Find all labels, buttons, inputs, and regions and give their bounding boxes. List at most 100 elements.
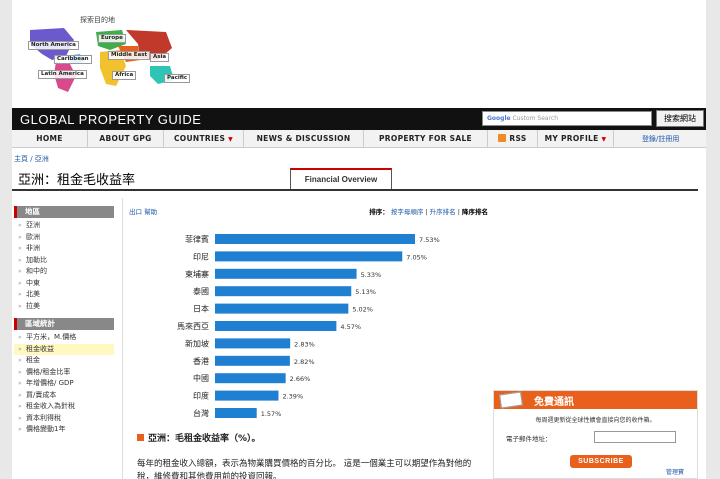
chart-category-label: 柬埔寨 — [185, 269, 209, 279]
chart-value-label: 2.83% — [294, 340, 315, 348]
google-logo: Google — [487, 115, 511, 122]
nav-rss[interactable]: RSS — [488, 130, 538, 148]
chart-category-label: 日本 — [193, 304, 209, 314]
sort-alphabetical[interactable]: 按字母順序 — [391, 208, 424, 216]
nav-countries-label: COUNTRIES — [174, 134, 226, 143]
email-label: 電子郵件地址： — [506, 435, 552, 443]
chart-value-label: 5.13% — [355, 288, 376, 296]
page-title: 亞洲：租金毛收益率 — [18, 173, 136, 188]
newsletter-title: 免費通訊 — [534, 397, 574, 408]
newsletter-header: 免費通訊 — [494, 391, 697, 409]
breadcrumb[interactable]: 主頁 / 亞洲 — [14, 154, 49, 164]
sidebar-stat-item[interactable]: 資本利得稅 — [14, 413, 114, 425]
search-placeholder: Custom Search — [512, 115, 559, 122]
map-region-caribbean[interactable]: Caribbean — [54, 55, 92, 64]
chart-bar[interactable] — [215, 390, 279, 401]
chart-category-label: 印度 — [193, 391, 209, 401]
chart-bar[interactable] — [215, 408, 257, 418]
brand-bar: GLOBAL PROPERTY GUIDE Google Custom Sear… — [12, 108, 706, 130]
description-text: 每年的租金收入總額，表示為物業購買價格的百分比。 這是一個業主可以期望作為對他的… — [137, 459, 472, 479]
chart-bar[interactable] — [215, 373, 286, 384]
chart-category-label: 香港 — [193, 356, 209, 366]
export-help-link[interactable]: 出口 幫助 — [129, 206, 157, 216]
tab-financial-overview[interactable]: Financial Overview — [290, 168, 392, 190]
sidebar-region-item[interactable]: 亞洲 — [14, 220, 114, 232]
sidebar-stat-item[interactable]: 租金 — [14, 355, 114, 367]
sidebar-stats-heading: 區域統計 — [14, 318, 114, 330]
chart-bar[interactable] — [215, 338, 291, 349]
map-region-asia[interactable]: Asia — [150, 53, 170, 62]
dropdown-arrow-icon: ▼ — [601, 136, 607, 143]
sidebar-stats-list: 平方米，M.價格租金收益租金價格/租金比率年增價格/ GDP買/賣成本租金收入為… — [14, 332, 114, 436]
chart-bar[interactable] — [215, 303, 349, 314]
nav-property-for-sale[interactable]: PROPERTY FOR SALE — [364, 130, 488, 148]
map-region-africa[interactable]: Africa — [112, 71, 137, 80]
sidebar-stat-item[interactable]: 平方米，M.價格 — [14, 332, 114, 344]
chart-bar[interactable] — [215, 321, 337, 331]
manage-subscription-link[interactable]: 管理寶 — [666, 467, 684, 476]
chart-value-label: 4.57% — [340, 323, 361, 331]
sidebar-regions-list: 亞洲歐洲非洲加勒比和中的中東北美拉美 — [14, 220, 114, 312]
sort-descending[interactable]: 降序排名 — [462, 208, 488, 216]
sort-ascending[interactable]: 升序排名 — [430, 208, 456, 216]
brand-logo[interactable]: GLOBAL PROPERTY GUIDE — [20, 112, 201, 127]
chart-bar[interactable] — [215, 286, 352, 297]
search-button[interactable]: 搜索網站 — [656, 110, 704, 127]
chart-value-label: 1.57% — [261, 410, 282, 418]
sidebar-region-item[interactable]: 非洲 — [14, 243, 114, 255]
newsletter-box: 免費通訊 每周週更新從全球性擴會直接向您的收件箱。 電子郵件地址： SUBSCR… — [493, 390, 698, 479]
rss-icon — [498, 134, 507, 142]
sidebar-stat-item[interactable]: 租金收益 — [14, 343, 114, 355]
nav-countries[interactable]: COUNTRIES ▼ — [164, 130, 244, 148]
chart-value-label: 7.53% — [419, 236, 440, 244]
sidebar-stat-item[interactable]: 價格/租金比率 — [14, 367, 114, 379]
orange-square-icon — [137, 434, 144, 441]
sidebar-stat-item[interactable]: 租金收入為針稅 — [14, 401, 114, 413]
chart-category-label: 泰國 — [193, 286, 209, 296]
nav-news[interactable]: NEWS & DISCUSSION — [244, 130, 364, 148]
dropdown-arrow-icon: ▼ — [228, 136, 233, 143]
main-content: 出口 幫助 排序： 按字母順序 | 升序排名 | 降序排名 菲律賓 7.53% 印尼… — [122, 198, 492, 479]
sidebar-region-item[interactable]: 加勒比 — [14, 255, 114, 267]
sort-label: 排序： — [369, 208, 389, 216]
sidebar-region-item[interactable]: 和中的 — [14, 266, 114, 278]
chart-category-label: 馬來西亞 — [177, 322, 209, 331]
sidebar-stat-item[interactable]: 買/賣成本 — [14, 390, 114, 402]
chart-value-label: 2.39% — [282, 393, 303, 401]
chart-category-label: 新加坡 — [185, 338, 209, 348]
sidebar-regions-heading: 地區 — [14, 206, 114, 218]
sidebar-region-item[interactable]: 拉美 — [14, 301, 114, 313]
sidebar-region-item[interactable]: 中東 — [14, 278, 114, 290]
chart-category-label: 中國 — [193, 373, 209, 383]
section-heading-text: 亞洲：毛租金收益率（%）。 — [148, 434, 261, 444]
title-divider — [12, 189, 698, 191]
nav-my-profile[interactable]: MY PROFILE ▼ — [538, 130, 614, 148]
chart-bar[interactable] — [215, 355, 290, 366]
chart-value-label: 2.66% — [290, 375, 311, 383]
sidebar-region-item[interactable]: 北美 — [14, 289, 114, 301]
newsletter-description: 每周週更新從全球性擴會直接向您的收件箱。 — [535, 417, 656, 424]
sidebar-stat-item[interactable]: 價格變動1年 — [14, 424, 114, 436]
sidebar-region-item[interactable]: 歐洲 — [14, 232, 114, 244]
map-region-middle-east[interactable]: Middle East — [108, 51, 151, 60]
search-input[interactable]: Google Custom Search — [482, 111, 652, 126]
world-map[interactable]: North America Europe Caribbean Middle Ea… — [26, 26, 191, 94]
sidebar-stat-item[interactable]: 年增價格/ GDP — [14, 378, 114, 390]
chart-value-label: 5.02% — [352, 306, 373, 314]
map-region-europe[interactable]: Europe — [98, 34, 126, 43]
main-nav: HOME ABOUT GPG COUNTRIES ▼ NEWS & DISCUS… — [12, 130, 706, 148]
map-region-pacific[interactable]: Pacific — [164, 74, 191, 83]
chart-bar[interactable] — [215, 251, 403, 262]
chart-bar[interactable] — [215, 234, 415, 244]
chart-category-label: 台灣 — [193, 408, 209, 418]
subscribe-button[interactable]: SUBSCRIBE — [570, 455, 632, 468]
chart-bar[interactable] — [215, 268, 357, 279]
map-region-north-america[interactable]: North America — [28, 41, 79, 50]
nav-home[interactable]: HOME — [12, 130, 88, 148]
section-heading: 亞洲：毛租金收益率（%）。 — [137, 431, 261, 444]
login-link[interactable]: 登錄/註冊用 — [642, 130, 679, 148]
map-region-latin-america[interactable]: Latin America — [38, 70, 87, 79]
email-field[interactable] — [594, 431, 676, 443]
nav-about[interactable]: ABOUT GPG — [88, 130, 164, 148]
envelope-icon — [499, 391, 523, 409]
